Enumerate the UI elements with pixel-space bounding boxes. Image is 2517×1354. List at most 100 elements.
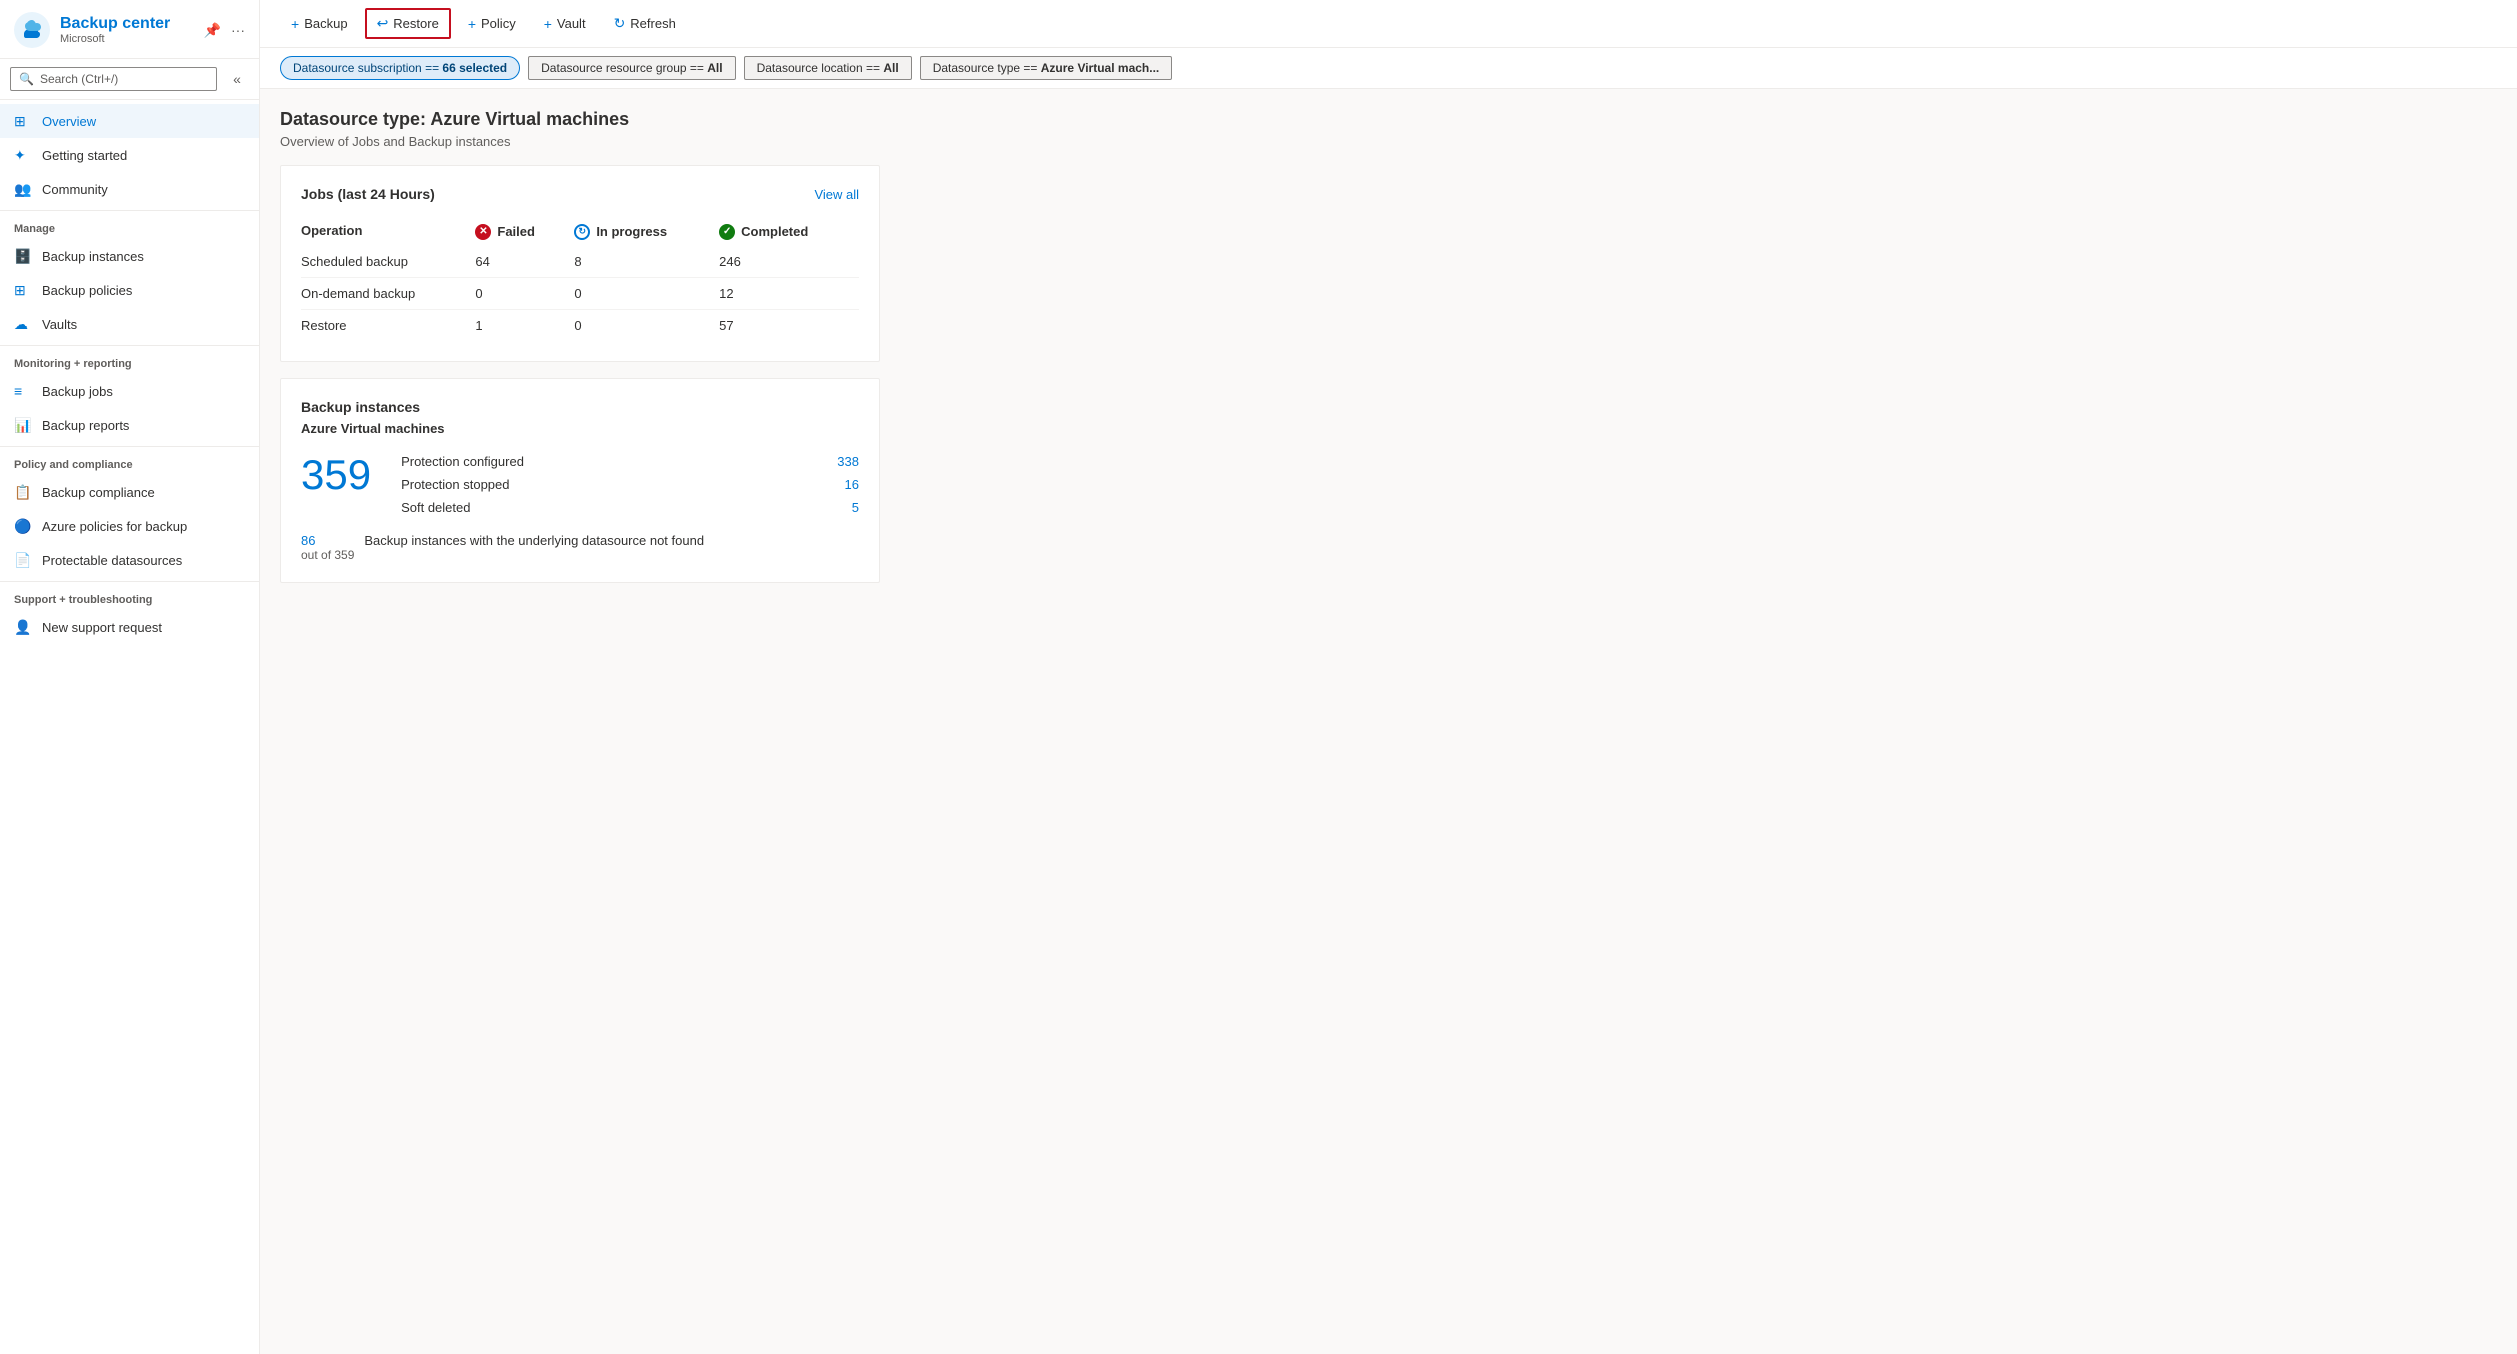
sidebar-item-new-support-request[interactable]: 👤 New support request [0, 610, 259, 644]
instances-total-count[interactable]: 359 [301, 454, 371, 496]
stat-row: Soft deleted 5 [401, 496, 859, 519]
footer-info: 86 out of 359 [301, 533, 354, 562]
table-row: Scheduled backup648246 [301, 246, 859, 278]
instances-footer: 86 out of 359 Backup instances with the … [301, 533, 859, 562]
filter-location[interactable]: Datasource location == All [744, 56, 912, 80]
stat-value[interactable]: 16 [845, 477, 859, 492]
sidebar-item-label: Backup policies [42, 283, 132, 298]
sidebar-item-backup-reports[interactable]: 📊 Backup reports [0, 408, 259, 442]
restore-button[interactable]: ↩ Restore [365, 8, 451, 39]
sidebar-item-label: Vaults [42, 317, 77, 332]
jobs-card-header: Jobs (last 24 Hours) View all [301, 186, 859, 202]
stat-value[interactable]: 5 [852, 500, 859, 515]
protectable-datasources-icon: 📄 [14, 551, 32, 569]
col-header-operation: Operation [301, 216, 475, 246]
search-placeholder: Search (Ctrl+/) [40, 72, 118, 86]
monitoring-section-label: Monitoring + reporting [0, 345, 259, 374]
backup-jobs-icon: ≡ [14, 382, 32, 400]
job-operation: On-demand backup [301, 277, 475, 309]
community-icon: 👥 [14, 180, 32, 198]
job-in-progress: 0 [574, 309, 719, 341]
toolbar: + Backup ↩ Restore + Policy + Vault ↻ Re… [260, 0, 2517, 48]
view-all-link[interactable]: View all [814, 187, 859, 202]
policy-button[interactable]: + Policy [457, 10, 527, 38]
filter-subscription-label: Datasource subscription == 66 selected [293, 61, 507, 75]
support-section-label: Support + troubleshooting [0, 581, 259, 610]
backup-policies-icon: ⊞ [14, 281, 32, 299]
sidebar-item-backup-instances[interactable]: 🗄️ Backup instances [0, 239, 259, 273]
backup-label: Backup [304, 16, 347, 31]
completed-icon: ✓ [719, 224, 735, 240]
restore-icon: ↩ [377, 15, 389, 32]
sidebar-item-label: Backup jobs [42, 384, 113, 399]
app-subtitle: Microsoft [60, 33, 170, 45]
job-failed[interactable]: 64 [475, 246, 574, 278]
backup-button[interactable]: + Backup [280, 10, 359, 38]
search-input-box[interactable]: 🔍 Search (Ctrl+/) [10, 67, 217, 91]
job-in-progress: 0 [574, 277, 719, 309]
sidebar-item-label: Getting started [42, 148, 127, 163]
instances-subtitle: Azure Virtual machines [301, 421, 859, 436]
job-completed[interactable]: 12 [719, 277, 859, 309]
sidebar-item-backup-policies[interactable]: ⊞ Backup policies [0, 273, 259, 307]
col-header-failed: ✕ Failed [475, 216, 574, 246]
page-title: Datasource type: Azure Virtual machines [280, 109, 2497, 130]
footer-count[interactable]: 86 [301, 533, 354, 548]
stat-value[interactable]: 338 [837, 454, 859, 469]
filter-subscription[interactable]: Datasource subscription == 66 selected [280, 56, 520, 80]
filter-resource-group-label: Datasource resource group == All [541, 61, 722, 75]
col-header-in-progress: ↻ In progress [574, 216, 719, 246]
plus-icon-3: + [544, 16, 552, 32]
inprogress-status-header: ↻ In progress [574, 224, 667, 240]
sidebar-item-overview[interactable]: ⊞ Overview [0, 104, 259, 138]
more-icon[interactable]: ··· [231, 22, 245, 38]
failed-icon: ✕ [475, 224, 491, 240]
vaults-icon: ☁ [14, 315, 32, 333]
overview-icon: ⊞ [14, 112, 32, 130]
refresh-button[interactable]: ↻ Refresh [603, 9, 687, 38]
jobs-table: Operation ✕ Failed ↻ In progress [301, 216, 859, 341]
sidebar-item-getting-started[interactable]: ✦ Getting started [0, 138, 259, 172]
backup-reports-icon: 📊 [14, 416, 32, 434]
policy-label: Policy [481, 16, 516, 31]
plus-icon: + [291, 16, 299, 32]
job-completed[interactable]: 246 [719, 246, 859, 278]
backup-instances-icon: 🗄️ [14, 247, 32, 265]
job-failed[interactable]: 1 [475, 309, 574, 341]
plus-icon-2: + [468, 16, 476, 32]
sidebar-item-backup-jobs[interactable]: ≡ Backup jobs [0, 374, 259, 408]
instances-body: 359 Protection configured 338 Protection s… [301, 450, 859, 519]
job-operation: Restore [301, 309, 475, 341]
job-in-progress[interactable]: 8 [574, 246, 719, 278]
sidebar-item-label: Protectable datasources [42, 553, 182, 568]
sidebar-nav: ⊞ Overview ✦ Getting started 👥 Community… [0, 100, 259, 1354]
stat-label: Protection stopped [401, 477, 509, 492]
filter-resource-group[interactable]: Datasource resource group == All [528, 56, 735, 80]
filter-datasource-type[interactable]: Datasource type == Azure Virtual mach... [920, 56, 1173, 80]
manage-section-label: Manage [0, 210, 259, 239]
col-header-completed: ✓ Completed [719, 216, 859, 246]
sidebar-item-vaults[interactable]: ☁ Vaults [0, 307, 259, 341]
job-operation: Scheduled backup [301, 246, 475, 278]
sidebar-item-protectable-datasources[interactable]: 📄 Protectable datasources [0, 543, 259, 577]
sidebar-item-community[interactable]: 👥 Community [0, 172, 259, 206]
backup-compliance-icon: 📋 [14, 483, 32, 501]
job-completed[interactable]: 57 [719, 309, 859, 341]
collapse-button[interactable]: « [225, 67, 249, 91]
sidebar-item-label: Backup instances [42, 249, 144, 264]
jobs-card-title: Jobs (last 24 Hours) [301, 186, 435, 202]
stat-label: Soft deleted [401, 500, 470, 515]
stat-label: Protection configured [401, 454, 524, 469]
stat-row: Protection stopped 16 [401, 473, 859, 496]
policy-section-label: Policy and compliance [0, 446, 259, 475]
sidebar-item-azure-policies[interactable]: 🔵 Azure policies for backup [0, 509, 259, 543]
vault-label: Vault [557, 16, 586, 31]
footer-count-sub: out of 359 [301, 548, 354, 562]
sidebar-item-label: Overview [42, 114, 96, 129]
page-subtitle: Overview of Jobs and Backup instances [280, 134, 2497, 149]
pin-icon[interactable]: 📌 [204, 22, 221, 39]
sidebar-item-backup-compliance[interactable]: 📋 Backup compliance [0, 475, 259, 509]
getting-started-icon: ✦ [14, 146, 32, 164]
jobs-card: Jobs (last 24 Hours) View all Operation … [280, 165, 880, 362]
vault-button[interactable]: + Vault [533, 10, 597, 38]
